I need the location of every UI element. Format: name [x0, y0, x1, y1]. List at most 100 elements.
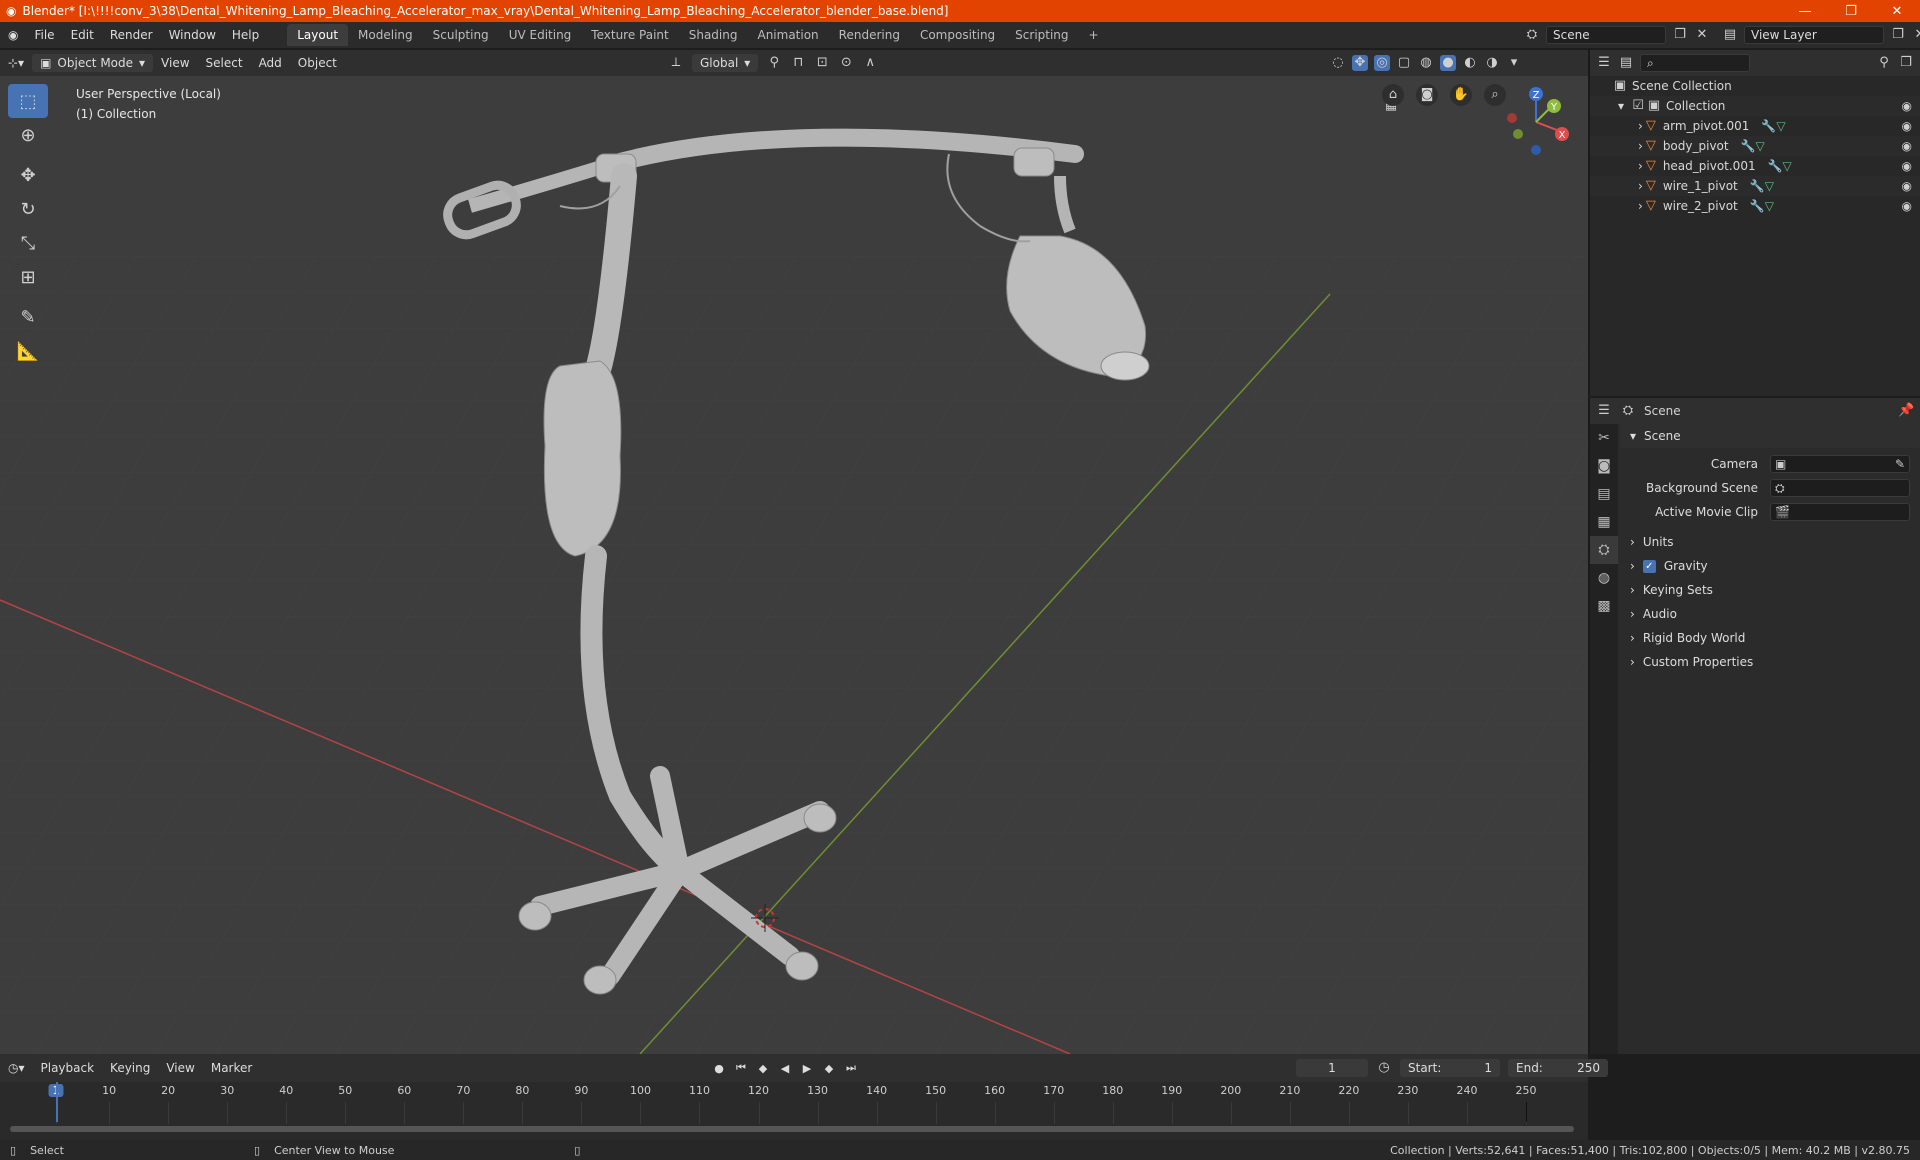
modifier-wrench-icon[interactable]: 🔧 — [1761, 119, 1776, 133]
add-workspace-icon[interactable]: + — [1079, 24, 1109, 46]
tab-layout[interactable]: Layout — [287, 24, 349, 46]
modifier-wrench-icon[interactable]: 🔧 — [1768, 159, 1783, 173]
modifier-wrench-icon[interactable]: 🔧 — [1741, 139, 1756, 153]
keying-sets-panel-header[interactable]: › Keying Sets — [1620, 578, 1920, 602]
annotate-tool-icon[interactable]: ✎ — [8, 300, 48, 334]
gizmo-toggle-icon[interactable]: ✥ — [1352, 55, 1368, 71]
world-tab-icon[interactable]: ◍ — [1590, 564, 1618, 592]
mesh-data-icon[interactable]: ▽ — [1765, 199, 1774, 213]
camera-field[interactable]: ▣ ✎ — [1770, 455, 1910, 473]
end-frame-field[interactable]: End: 250 — [1508, 1059, 1608, 1077]
falloff-icon[interactable]: ∧ — [862, 55, 878, 71]
outliner-item-wire-2-pivot[interactable]: › ▽ wire_2_pivot 🔧 ▽ ◉ — [1590, 196, 1920, 216]
rotate-tool-icon[interactable]: ↻ — [8, 192, 48, 226]
scene-panel-header[interactable]: ▾ Scene — [1620, 424, 1920, 448]
3d-viewport[interactable]: ▦ ⌂ ◙ ✋ ⌕ Z X Y — [0, 76, 1588, 1054]
pin-icon[interactable]: 📌 — [1898, 403, 1914, 419]
gravity-checkbox[interactable]: ✓ — [1642, 559, 1656, 573]
transform-orientation-dropdown[interactable]: Global ▾ — [692, 54, 759, 72]
eye-icon[interactable]: ◉ — [1902, 199, 1912, 213]
menu-keying[interactable]: Keying — [102, 1059, 158, 1077]
outliner-item-head-pivot[interactable]: › ▽ head_pivot.001 🔧 ▽ ◉ — [1590, 156, 1920, 176]
tool-settings-tab-icon[interactable]: ✂ — [1590, 424, 1618, 452]
view-layer-tab-icon[interactable]: ▦ — [1590, 508, 1618, 536]
mesh-data-icon[interactable]: ▽ — [1783, 159, 1792, 173]
timeline-ruler[interactable]: 1102030405060708090100110120130140150160… — [0, 1084, 1588, 1124]
menu-render[interactable]: Render — [102, 28, 161, 42]
solid-shading-icon[interactable]: ● — [1440, 55, 1456, 71]
select-box-tool-icon[interactable]: ⬚ — [8, 84, 48, 118]
editor-type-icon[interactable]: ⊹▾ — [0, 54, 32, 72]
new-collection-icon[interactable]: ❐ — [1898, 55, 1914, 71]
rigid-body-world-panel-header[interactable]: › Rigid Body World — [1620, 626, 1920, 650]
current-frame-field[interactable]: 1 — [1296, 1059, 1368, 1077]
mesh-data-icon[interactable]: ▽ — [1765, 179, 1774, 193]
playhead[interactable] — [56, 1082, 58, 1122]
close-button[interactable]: ✕ — [1874, 0, 1920, 22]
expand-arrow-icon[interactable]: ▾ — [1618, 99, 1624, 113]
checkbox-icon[interactable]: ☑ — [1630, 98, 1646, 114]
menu-timeline-view[interactable]: View — [158, 1059, 202, 1077]
move-tool-icon[interactable]: ✥ — [8, 158, 48, 192]
menu-marker[interactable]: Marker — [203, 1059, 260, 1077]
eye-icon[interactable]: ◉ — [1902, 99, 1912, 113]
snap-target-icon[interactable]: ⊡ — [814, 55, 830, 71]
delete-scene-icon[interactable]: ✕ — [1694, 27, 1710, 43]
modifier-wrench-icon[interactable]: 🔧 — [1750, 199, 1765, 213]
tab-sculpting[interactable]: Sculpting — [423, 24, 499, 46]
play-icon[interactable]: ▶ — [798, 1059, 816, 1077]
menu-file[interactable]: File — [26, 28, 62, 42]
snap-icon[interactable]: ⊓ — [790, 55, 806, 71]
menu-help[interactable]: Help — [224, 28, 267, 42]
eye-icon[interactable]: ◉ — [1902, 159, 1912, 173]
toggle-camera-view-icon[interactable]: ⌂ — [1382, 84, 1404, 106]
outliner-item-wire-1-pivot[interactable]: › ▽ wire_1_pivot 🔧 ▽ ◉ — [1590, 176, 1920, 196]
scene-collection-row[interactable]: ▣ Scene Collection — [1590, 76, 1920, 96]
view-layer-selector[interactable]: View Layer — [1744, 26, 1884, 44]
tab-rendering[interactable]: Rendering — [829, 24, 910, 46]
eye-icon[interactable]: ◉ — [1902, 119, 1912, 133]
transform-tool-icon[interactable]: ⊞ — [8, 260, 48, 294]
camera-icon[interactable]: ◙ — [1416, 84, 1438, 106]
tab-animation[interactable]: Animation — [747, 24, 828, 46]
jump-start-icon[interactable]: ⏮ — [732, 1059, 750, 1077]
visibility-icon[interactable]: ◌ — [1330, 55, 1346, 71]
timeline-editor-type-icon[interactable]: ◷▾ — [0, 1059, 33, 1077]
minimize-button[interactable]: — — [1782, 0, 1828, 22]
outliner-item-body-pivot[interactable]: › ▽ body_pivot 🔧 ▽ ◉ — [1590, 136, 1920, 156]
rendered-shading-icon[interactable]: ◑ — [1484, 55, 1500, 71]
tab-texture-paint[interactable]: Texture Paint — [581, 24, 678, 46]
menu-select[interactable]: Select — [198, 54, 251, 72]
xray-icon[interactable]: ▢ — [1396, 55, 1412, 71]
mesh-data-icon[interactable]: ▽ — [1776, 119, 1785, 133]
cursor-tool-icon[interactable]: ⊕ — [8, 118, 48, 152]
display-mode-icon[interactable]: ▤ — [1618, 55, 1634, 71]
scene-selector[interactable]: Scene — [1546, 26, 1666, 44]
pan-hand-icon[interactable]: ✋ — [1450, 84, 1472, 106]
outliner-item-arm-pivot[interactable]: › ▽ arm_pivot.001 🔧 ▽ ◉ — [1590, 116, 1920, 136]
menu-view[interactable]: View — [153, 54, 197, 72]
new-view-layer-icon[interactable]: ❐ — [1890, 27, 1906, 43]
tab-scripting[interactable]: Scripting — [1005, 24, 1078, 46]
menu-edit[interactable]: Edit — [63, 28, 102, 42]
scale-tool-icon[interactable]: ⤡ — [8, 226, 48, 260]
outliner-search-input[interactable]: ⌕ — [1640, 54, 1750, 72]
next-keyframe-icon[interactable]: ◆ — [820, 1059, 838, 1077]
mode-dropdown[interactable]: ▣ Object Mode ▾ — [32, 54, 154, 72]
scene-icon[interactable]: ⛭ — [1524, 27, 1540, 43]
jump-end-icon[interactable]: ⏭ — [842, 1059, 860, 1077]
scene-tab-icon[interactable]: ⛭ — [1590, 536, 1618, 564]
overlay-toggle-icon[interactable]: ◎ — [1374, 55, 1390, 71]
render-tab-icon[interactable]: ◙ — [1590, 452, 1618, 480]
preview-range-icon[interactable]: ◷ — [1376, 1060, 1392, 1076]
tab-uv-editing[interactable]: UV Editing — [499, 24, 582, 46]
output-tab-icon[interactable]: ▤ — [1590, 480, 1618, 508]
start-frame-field[interactable]: Start: 1 — [1400, 1059, 1500, 1077]
gravity-panel-header[interactable]: › ✓ Gravity — [1620, 554, 1920, 578]
properties-editor-type-icon[interactable]: ☰ — [1596, 403, 1612, 419]
tab-compositing[interactable]: Compositing — [910, 24, 1005, 46]
modifier-wrench-icon[interactable]: 🔧 — [1750, 179, 1765, 193]
axis-gizmo[interactable]: Z X Y — [1498, 84, 1574, 160]
menu-playback[interactable]: Playback — [33, 1059, 103, 1077]
new-scene-icon[interactable]: ❐ — [1672, 27, 1688, 43]
